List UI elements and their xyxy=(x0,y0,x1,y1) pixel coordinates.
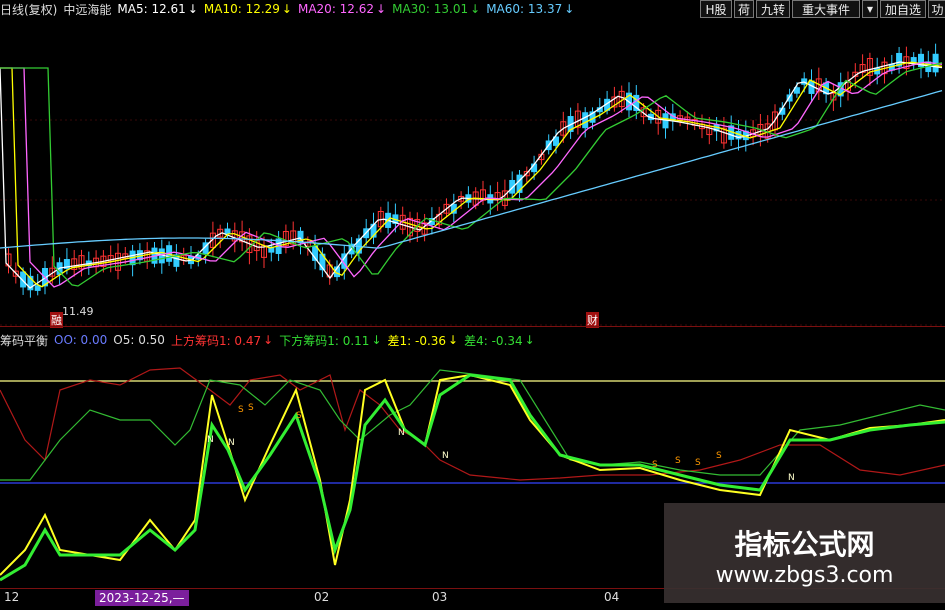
o5-value: O5: 0.50 xyxy=(113,333,165,347)
diff1-value: 差1: -0.36 xyxy=(387,333,447,348)
watermark: 指标公式网 www.zbgs3.com xyxy=(664,503,945,603)
upper-chip-line xyxy=(0,367,945,481)
candle-body xyxy=(582,112,589,129)
signal-n-mark: N xyxy=(207,435,214,445)
tick-04: 04 xyxy=(604,590,620,604)
crosshair-date: 2023-12-25,— xyxy=(95,590,189,606)
signal-n-mark: N xyxy=(228,438,235,448)
signal-s-mark: S xyxy=(695,458,701,468)
watermark-url: www.zbgs3.com xyxy=(715,563,894,588)
watermark-title: 指标公式网 xyxy=(734,528,875,561)
signal-s-mark: S xyxy=(248,403,254,413)
tick-03: 03 xyxy=(432,590,448,604)
signal-n-mark: N xyxy=(398,428,405,438)
signal-s-mark: S xyxy=(675,456,681,466)
upper-chip-value: 上方筹码1: 0.47 xyxy=(170,333,262,348)
candlestick-chart xyxy=(0,43,945,326)
upper-chip-arrow: ↓ xyxy=(263,333,274,347)
oo-value: OO: 0.00 xyxy=(54,333,108,347)
candle-body xyxy=(34,285,41,291)
lower-chip-value: 下方筹码1: 0.11 xyxy=(279,333,370,348)
lower-chip-arrow: ↓ xyxy=(371,333,382,347)
signal-s-mark: S xyxy=(238,405,244,415)
signal-s-mark: S xyxy=(652,460,658,470)
signal-s-mark: S xyxy=(296,411,302,421)
signal-n-mark: N xyxy=(442,451,449,461)
diff4-arrow: ↓ xyxy=(524,333,535,347)
tick-02: 02 xyxy=(314,590,330,604)
diff4-value: 差4: -0.34 xyxy=(464,333,523,348)
indicator-name[interactable]: 筹码平衡 xyxy=(0,332,48,349)
signal-s-mark: S xyxy=(716,451,722,461)
low-price-label: 11.49 xyxy=(62,305,94,318)
candle-body xyxy=(224,228,231,235)
tick-12: 12 xyxy=(4,590,20,604)
panel-divider xyxy=(0,326,945,327)
diff1-arrow: ↓ xyxy=(448,333,459,347)
signal-n-mark: N xyxy=(788,473,795,483)
lower-chip-line xyxy=(0,369,945,481)
indicator-header: 筹码平衡 OO: 0.00 O5: 0.50 上方筹码1: 0.47 ↓ 下方筹码… xyxy=(0,331,945,349)
